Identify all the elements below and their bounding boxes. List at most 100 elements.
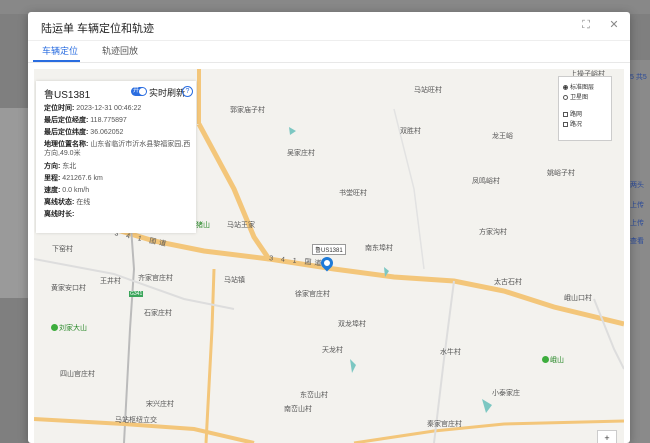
backdrop-link: 上传 xyxy=(630,202,644,209)
info-row: 速度: 0.0 km/h xyxy=(44,186,89,195)
vehicle-tracking-modal: 陆运单 车辆定位和轨迹 ⛶ ✕ 车辆定位 轨迹回放 马站旺村 郭家庙子村 双胜村… xyxy=(28,12,630,443)
checkbox-icon xyxy=(563,112,568,117)
modal-header: 陆运单 车辆定位和轨迹 ⛶ ✕ xyxy=(28,12,630,41)
modal-title: 陆运单 车辆定位和轨迹 xyxy=(41,23,155,35)
radio-checked-icon xyxy=(563,85,568,90)
info-row: 最后定位经度: 118.775897 xyxy=(44,116,127,125)
maximize-icon[interactable]: ⛶ xyxy=(578,17,594,33)
place-label: 南东埠村 xyxy=(365,245,393,252)
national-road-341 xyxy=(196,122,624,327)
realtime-refresh-toggle[interactable]: 开 xyxy=(131,87,147,96)
info-key: 里程: xyxy=(44,175,61,182)
vehicle-map-label: 鲁US1381 xyxy=(312,244,346,255)
place-label: 南峦山村 xyxy=(284,406,312,413)
info-key: 地理位置名称: xyxy=(44,141,89,148)
info-key: 定位时间: xyxy=(44,105,75,112)
place-label: 吴家庄村 xyxy=(287,150,315,157)
place-label: 小泰家庄 xyxy=(492,390,520,397)
tab-bar: 车辆定位 轨迹回放 xyxy=(28,40,630,63)
tab-vehicle-location[interactable]: 车辆定位 xyxy=(42,44,78,57)
layer-option-satellite[interactable]: 卫星图 xyxy=(563,92,588,101)
poi-marker: 刘家大山 xyxy=(51,323,87,333)
poi-icon xyxy=(542,356,549,363)
vehicle-info-panel: 鲁US1381 开 实时刷新 ? 定位时间: 2023-12-31 00:46:… xyxy=(36,81,196,233)
help-icon[interactable]: ? xyxy=(182,86,193,97)
place-label: 太古石村 xyxy=(494,279,522,286)
info-row: 最后定位纬度: 36.062052 xyxy=(44,128,123,137)
place-label: 宋兴庄村 xyxy=(146,401,174,408)
realtime-refresh-label: 实时刷新 xyxy=(149,88,186,98)
layer-option-label: 路网 xyxy=(570,112,583,118)
poi-icon xyxy=(51,324,58,331)
place-label: 徐家官庄村 xyxy=(295,291,330,298)
place-label: 马站旺村 xyxy=(414,87,442,94)
place-label: 马站王家 xyxy=(227,222,255,229)
place-label: 下窑村 xyxy=(52,246,73,253)
info-key: 离线状态: xyxy=(44,199,75,206)
place-label: 石家庄村 xyxy=(144,310,172,317)
info-value: 在线 xyxy=(76,199,91,206)
toggle-knob xyxy=(139,88,146,95)
poi-label: 刘家大山 xyxy=(59,325,87,332)
place-label: 马站镇 xyxy=(224,277,245,284)
info-value: 36.062052 xyxy=(90,129,124,136)
layer-option-label: 路况 xyxy=(570,122,583,128)
info-row: 离线状态: 在线 xyxy=(44,198,90,207)
backdrop-link: 上传 xyxy=(630,220,644,227)
radio-icon xyxy=(563,95,568,100)
place-label: 四山官庄村 xyxy=(60,371,95,378)
place-label: 龙王峪 xyxy=(492,133,513,140)
place-label: 方家沟村 xyxy=(479,229,507,236)
water-body xyxy=(482,399,492,413)
info-value: 2023-12-31 00:46:22 xyxy=(76,105,142,112)
place-label: 凤鸣峪村 xyxy=(472,178,500,185)
place-label: 书堂旺村 xyxy=(339,190,367,197)
place-label: 东峦山村 xyxy=(300,392,328,399)
place-label: 天龙村 xyxy=(322,347,343,354)
backdrop-panel xyxy=(0,108,30,298)
zoom-in-button[interactable]: + xyxy=(597,430,617,443)
place-label: 黄家安口村 xyxy=(51,285,86,292)
place-label: 秦家官庄村 xyxy=(427,421,462,428)
tab-track-playback[interactable]: 轨迹回放 xyxy=(102,44,138,57)
road-south xyxy=(204,268,216,443)
info-row: 里程: 421267.6 km xyxy=(44,174,103,183)
info-row: 离线时长: xyxy=(44,210,74,219)
active-tab-indicator xyxy=(33,60,80,62)
water-body xyxy=(350,359,356,373)
info-value: 421267.6 km xyxy=(62,175,103,182)
place-label: 王井村 xyxy=(100,278,121,285)
info-key: 离线时长: xyxy=(44,211,75,218)
place-label: 姚峪子村 xyxy=(547,170,575,177)
vehicle-plate: 鲁US1381 xyxy=(44,90,91,101)
place-label: 水牛村 xyxy=(440,349,461,356)
info-key: 方向: xyxy=(44,163,61,170)
backdrop-text: 两头 xyxy=(630,182,644,189)
info-value: 0.0 km/h xyxy=(62,187,90,194)
info-key: 最后定位经度: xyxy=(44,117,89,124)
place-label: 双龙埠村 xyxy=(338,321,366,328)
local-road-east xyxy=(593,298,624,370)
place-label: 峨山口村 xyxy=(564,295,592,302)
backdrop-link: 查看 xyxy=(630,238,644,245)
close-icon[interactable]: ✕ xyxy=(606,17,622,33)
layer-option-label: 标准图层 xyxy=(570,85,595,91)
layer-option-standard[interactable]: 标准图层 xyxy=(563,82,594,91)
road-bottom-east xyxy=(353,419,624,443)
layer-option-traffic[interactable]: 路况 xyxy=(563,119,582,128)
layer-option-roadnet[interactable]: 路网 xyxy=(563,109,582,118)
info-row: 定位时间: 2023-12-31 00:46:22 xyxy=(44,104,141,113)
info-row: 地理位置名称: 山东省临沂市沂水县黎福家园,西方向,49.0米 xyxy=(44,140,194,158)
place-label: 郭家庙子村 xyxy=(230,107,265,114)
backdrop-text: 5 共5 xyxy=(630,74,647,81)
poi-label: 峨山 xyxy=(550,357,564,364)
info-row: 方向: 东北 xyxy=(44,162,76,171)
checkbox-icon xyxy=(563,122,568,127)
map-canvas[interactable]: 马站旺村 郭家庙子村 双胜村 吴家庄村 龙王峪 书堂旺村 凤鸣峪村 姚峪子村 马… xyxy=(34,69,624,443)
info-value: 118.775897 xyxy=(90,117,127,124)
road-shield: G341 xyxy=(129,291,144,297)
info-value: 东北 xyxy=(62,163,77,170)
place-label: 齐家官庄村 xyxy=(138,275,173,282)
poi-marker: 峨山 xyxy=(542,355,564,365)
layer-option-label: 卫星图 xyxy=(570,95,589,101)
